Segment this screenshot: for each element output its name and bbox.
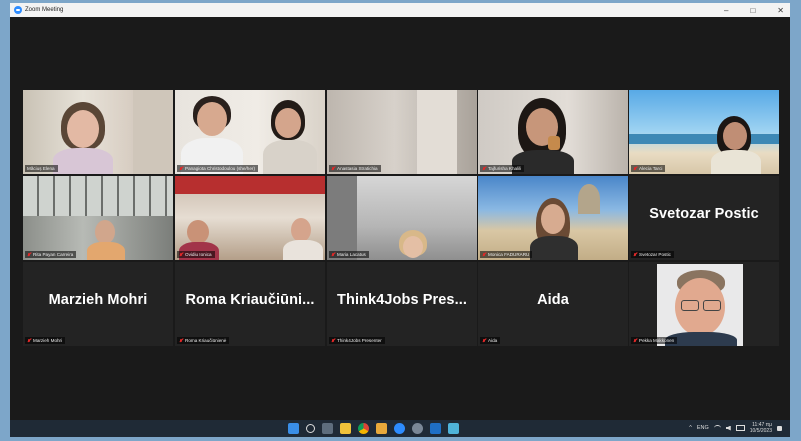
participant-name: Rita Payan Carreira [33, 252, 74, 257]
video-tile[interactable]: Ovidiu Ionica [175, 176, 325, 260]
clock-date: 10/5/2023 [749, 428, 772, 434]
participant-tile[interactable]: Aida Aida [478, 262, 628, 346]
chrome-icon[interactable] [358, 423, 369, 434]
search-icon[interactable] [306, 424, 315, 433]
wifi-icon[interactable] [713, 425, 721, 431]
participant-name: Svetozar Postic [639, 252, 671, 257]
muted-mic-icon [331, 338, 335, 343]
video-tile[interactable]: Monica FADURARU [478, 176, 628, 260]
notepad-icon[interactable] [448, 423, 459, 434]
maximize-button[interactable]: □ [750, 6, 755, 15]
participant-tile[interactable]: Think4Jobs Pres... Think4Jobs Presenter [327, 262, 477, 346]
participant-name-label: Think4Jobs Presenter [329, 337, 385, 344]
participant-name: Măciuș Elena [27, 166, 55, 171]
participant-name-label: Panagiota Christodoulou (she/her) [177, 165, 258, 172]
outlook-icon[interactable] [430, 423, 441, 434]
muted-mic-icon [179, 338, 183, 343]
profile-photo [657, 264, 743, 346]
zoom-logo-icon [14, 6, 22, 14]
video-tile[interactable]: Anastasia Stratichia [327, 90, 477, 174]
participant-name: Ovidiu Ionica [185, 252, 212, 257]
participant-name: Panagiota Christodoulou (she/her) [185, 166, 255, 171]
participant-name-label: Măciuș Elena [25, 165, 58, 172]
muted-mic-icon [482, 166, 486, 171]
participant-display-name: Roma Kriaučiūni... [185, 292, 315, 308]
windows-taskbar: ^ ENG 11:47 πμ 10/5/2023 [10, 420, 790, 437]
participant-name-label: Svetozar Postic [631, 251, 674, 258]
muted-mic-icon [482, 252, 486, 257]
participant-name: Pekka Makkonen [639, 338, 675, 343]
muted-mic-icon [482, 338, 486, 343]
participant-name-label: Monica FADURARU [480, 251, 533, 258]
volume-icon[interactable] [725, 425, 731, 431]
participant-name-label: Pekka Makkonen [631, 337, 678, 344]
participant-name-label: Aida [480, 337, 501, 344]
participant-display-name: Aida [537, 292, 569, 308]
participant-display-name: Svetozar Postic [649, 206, 759, 222]
file-explorer-icon[interactable] [340, 423, 351, 434]
battery-icon[interactable] [735, 425, 745, 431]
zoom-window: Zoom Meeting – □ ✕ Măciuș Elena Panagiot… [10, 3, 790, 437]
muted-mic-icon [331, 166, 335, 171]
settings-icon[interactable] [412, 423, 423, 434]
participant-name: Tajfurisha Khalili [488, 166, 522, 171]
notification-icon[interactable] [777, 425, 782, 431]
participant-name: Aida [488, 338, 498, 343]
participant-display-name: Marzieh Mohri [48, 292, 148, 308]
participant-name-label: Roma Kriaučiūnienė [177, 337, 230, 344]
participant-name-label: Tajfurisha Khalili [480, 165, 525, 172]
participant-tile[interactable]: Svetozar Postic Svetozar Postic [629, 176, 779, 260]
participant-name-label: Marzieh Mohri [25, 337, 66, 344]
task-view-icon[interactable] [322, 423, 333, 434]
participant-name: Roma Kriaučiūnienė [185, 338, 227, 343]
muted-mic-icon [633, 252, 637, 257]
participant-display-name: Think4Jobs Pres... [337, 292, 467, 308]
gallery-grid: Măciuș Elena Panagiota Christodoulou (sh… [23, 90, 779, 350]
system-tray: ^ ENG 11:47 πμ 10/5/2023 [689, 422, 782, 434]
folder-icon[interactable] [376, 423, 387, 434]
language-indicator[interactable]: ENG [697, 425, 709, 431]
minimize-button[interactable]: – [724, 6, 728, 15]
window-title: Zoom Meeting [25, 7, 64, 13]
muted-mic-icon [633, 338, 637, 343]
muted-mic-icon [331, 252, 335, 257]
participant-name: Think4Jobs Presenter [337, 338, 382, 343]
participant-name: Marzieh Mohri [33, 338, 63, 343]
participant-tile[interactable]: Pekka Makkonen [629, 262, 779, 346]
chevron-up-icon[interactable]: ^ [689, 425, 692, 431]
windows-start-icon[interactable] [288, 423, 299, 434]
title-bar: Zoom Meeting – □ ✕ [10, 3, 790, 17]
participant-name: Monica FADURARU [488, 252, 530, 257]
participant-name-label: Anastasia Stratichia [329, 165, 381, 172]
muted-mic-icon [27, 338, 31, 343]
zoom-icon[interactable] [394, 423, 405, 434]
muted-mic-icon [633, 166, 637, 171]
participant-name: Anastasia Stratichia [337, 166, 378, 171]
participant-tile[interactable]: Roma Kriaučiūni... Roma Kriaučiūnienė [175, 262, 325, 346]
participant-tile[interactable]: Marzieh Mohri Marzieh Mohri [23, 262, 173, 346]
video-tile[interactable]: Tajfurisha Khalili [478, 90, 628, 174]
participant-name-label: Rita Payan Carreira [25, 251, 77, 258]
close-button[interactable]: ✕ [777, 6, 784, 15]
video-tile[interactable]: Maria Lacatus [327, 176, 477, 260]
participant-name-label: Ovidiu Ionica [177, 251, 215, 258]
participant-name-label: Alecia Tarci [631, 165, 666, 172]
participant-name-label: Maria Lacatus [329, 251, 369, 258]
participant-name: Maria Lacatus [337, 252, 366, 257]
video-tile[interactable]: Panagiota Christodoulou (she/her) [175, 90, 325, 174]
meeting-content: Măciuș Elena Panagiota Christodoulou (sh… [10, 17, 790, 420]
muted-mic-icon [179, 166, 183, 171]
video-tile[interactable]: Rita Payan Carreira [23, 176, 173, 260]
participant-name: Alecia Tarci [639, 166, 663, 171]
muted-mic-icon [179, 252, 183, 257]
video-tile[interactable]: Alecia Tarci [629, 90, 779, 174]
clock[interactable]: 11:47 πμ 10/5/2023 [750, 422, 772, 434]
muted-mic-icon [27, 252, 31, 257]
video-tile[interactable]: Măciuș Elena [23, 90, 173, 174]
